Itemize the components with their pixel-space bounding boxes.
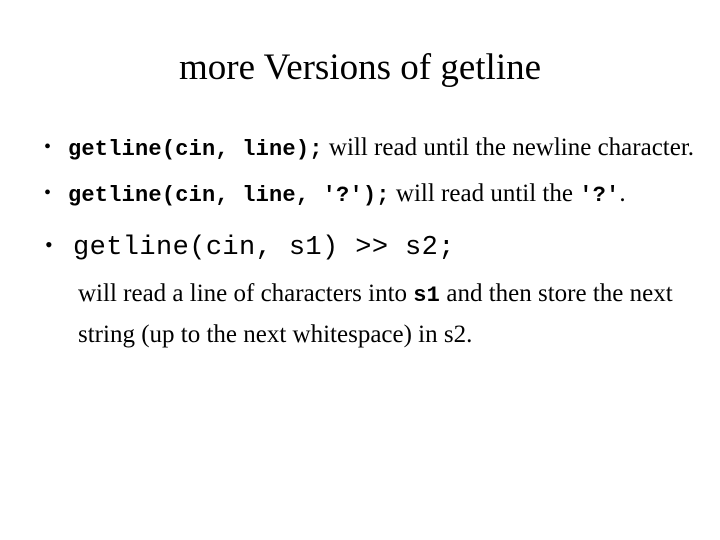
- page-title: more Versions of getline: [178, 47, 542, 88]
- slide-body: • getline(cin, line); will read until the…: [30, 128, 700, 354]
- list-item: • getline(cin, line, '?'); will read unti…: [30, 174, 700, 215]
- code-snippet-getline-line: getline(cin, line);: [68, 137, 323, 162]
- list-item-explanation: will read a line of characters into s1 a…: [30, 274, 700, 354]
- explanation-text-start: will read a line of characters into: [78, 280, 414, 307]
- code-snippet-getline-delim: getline(cin, line, '?');: [68, 183, 390, 208]
- code-snippet-delim-char: '?': [579, 183, 620, 208]
- bullet-dot-icon: •: [44, 182, 52, 204]
- list-item-text: will read until the newline character.: [322, 134, 695, 161]
- code-snippet-getline-chained: getline(cin, s1) >> s2;: [73, 233, 455, 263]
- code-snippet-s1: s1: [413, 283, 441, 308]
- list-item-text: will read until the: [389, 180, 580, 207]
- slide-canvas: more Versions of getline • getline(cin, l…: [0, 0, 720, 540]
- bullet-dot-icon: •: [44, 136, 52, 158]
- list-item-text-tail: .: [619, 180, 626, 207]
- bullet-dot-icon: •: [45, 232, 53, 257]
- list-item: • getline(cin, s1) >> s2;: [30, 223, 700, 270]
- list-item: • getline(cin, line); will read until the…: [30, 128, 700, 169]
